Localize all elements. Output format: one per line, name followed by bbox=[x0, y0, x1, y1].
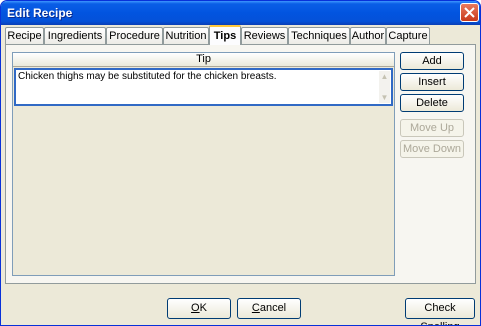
cancel-mnemonic: C bbox=[251, 302, 260, 314]
tab-procedure[interactable]: Procedure bbox=[106, 27, 163, 44]
tab-reviews[interactable]: Reviews bbox=[241, 27, 288, 44]
tab-author[interactable]: Author bbox=[350, 27, 386, 44]
move-down-button[interactable]: Move Down bbox=[400, 140, 464, 158]
tab-techniques[interactable]: Techniques bbox=[288, 27, 350, 44]
edit-recipe-dialog: Edit Recipe Recipe Ingredients Procedure… bbox=[0, 0, 481, 326]
ok-mnemonic: O bbox=[191, 302, 200, 314]
move-up-button[interactable]: Move Up bbox=[400, 119, 464, 137]
tab-recipe[interactable]: Recipe bbox=[5, 27, 44, 44]
tip-row[interactable]: Chicken thighs may be substituted for th… bbox=[14, 68, 393, 106]
tab-ingredients[interactable]: Ingredients bbox=[44, 27, 106, 44]
close-icon bbox=[464, 7, 475, 18]
scroll-down-arrow-icon[interactable]: ▼ bbox=[380, 93, 389, 102]
ok-button[interactable]: OK bbox=[167, 298, 231, 319]
tips-list[interactable]: Tip Chicken thighs may be substituted fo… bbox=[12, 52, 395, 276]
ok-label-rest: K bbox=[199, 302, 207, 314]
insert-button[interactable]: Insert bbox=[400, 73, 464, 91]
tip-scrollbar[interactable]: ▲ ▼ bbox=[379, 71, 390, 103]
tip-column-header[interactable]: Tip bbox=[13, 53, 394, 67]
tab-nutrition[interactable]: Nutrition bbox=[163, 27, 209, 44]
add-button[interactable]: Add bbox=[400, 52, 464, 70]
check-spelling-button[interactable]: Check Spelling bbox=[405, 298, 475, 325]
tab-tips[interactable]: Tips bbox=[209, 25, 241, 45]
cancel-label-rest: ancel bbox=[259, 302, 287, 314]
cancel-button[interactable]: Cancel bbox=[237, 298, 301, 319]
tab-capture[interactable]: Capture bbox=[386, 27, 430, 44]
scroll-up-arrow-icon[interactable]: ▲ bbox=[380, 72, 389, 81]
close-button[interactable] bbox=[460, 3, 479, 22]
delete-button[interactable]: Delete bbox=[400, 94, 464, 112]
title-bar[interactable]: Edit Recipe bbox=[1, 1, 480, 25]
tips-panel: Tip Chicken thighs may be substituted fo… bbox=[5, 44, 476, 284]
window-title: Edit Recipe bbox=[7, 6, 73, 20]
tip-text[interactable]: Chicken thighs may be substituted for th… bbox=[18, 71, 276, 82]
